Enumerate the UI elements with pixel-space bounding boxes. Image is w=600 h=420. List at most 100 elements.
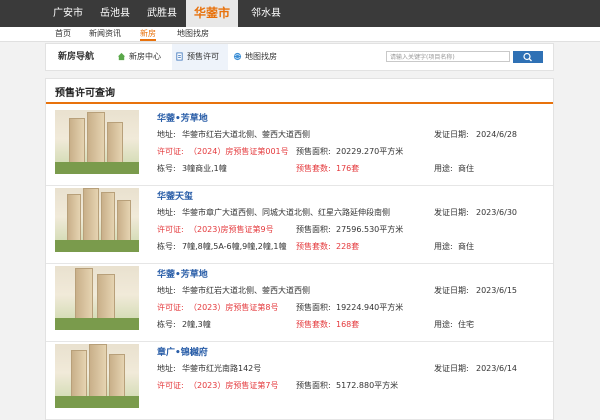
tab-new-house-center[interactable]: 新房中心 bbox=[114, 44, 172, 70]
usage-label: 用途: bbox=[434, 164, 453, 173]
issue-date-label: 发证日期: bbox=[434, 130, 469, 139]
permit-value: （2023）房预售证第7号 bbox=[189, 381, 279, 390]
units-value: 176套 bbox=[336, 164, 360, 173]
building-shape bbox=[109, 354, 125, 398]
permit-label: 许可证: bbox=[157, 225, 184, 234]
trees bbox=[55, 162, 139, 174]
buildings-value: 7幢,8幢,5A-6幢,9幢,2幢,1幢 bbox=[182, 242, 287, 251]
listing-item: 华蓥•芳草地 地址: 华蓥市红岩大道北侧、蓥西大道西侧 发证日期: 2023/6… bbox=[46, 260, 553, 342]
area-label: 预售面积: bbox=[296, 381, 331, 390]
address-value: 华蓥市红岩大道北侧、蓥西大道西侧 bbox=[182, 286, 310, 295]
document-icon bbox=[176, 52, 183, 61]
listing-thumbnail[interactable] bbox=[55, 266, 139, 330]
globe-icon bbox=[233, 52, 242, 61]
address-value: 华蓥市红光南路142号 bbox=[182, 364, 262, 373]
listing-name[interactable]: 华蓥•芳草地 bbox=[157, 111, 208, 124]
issue-date-value: 2023/6/14 bbox=[476, 364, 518, 373]
issue-date-label: 发证日期: bbox=[434, 208, 469, 217]
area-label: 预售面积: bbox=[296, 225, 331, 234]
tab-label: 新房中心 bbox=[129, 52, 161, 61]
area-value: 27596.530平方米 bbox=[336, 225, 404, 234]
address-label: 地址: bbox=[157, 130, 176, 139]
address-value: 华蓥市章广大道西侧、同城大道北侧、红星六路延伸段南侧 bbox=[182, 208, 390, 217]
tab-label: 预售许可 bbox=[187, 52, 219, 61]
issue-date-value: 2023/6/30 bbox=[476, 208, 518, 217]
address-label: 地址: bbox=[157, 286, 176, 295]
permit-value: （2023)房预售证第9号 bbox=[189, 225, 274, 234]
permit-list-panel: 预售许可查询 华蓥•芳草地 地址: 华蓥市红岩大道北侧、蓥西大道西侧 发证日期:… bbox=[45, 78, 554, 420]
search-icon bbox=[523, 52, 532, 62]
listing-thumbnail[interactable] bbox=[55, 188, 139, 252]
units-label: 预售套数: bbox=[296, 320, 331, 329]
issue-date-label: 发证日期: bbox=[434, 286, 469, 295]
building-shape bbox=[71, 350, 87, 398]
building-shape bbox=[89, 344, 107, 398]
usage-label: 用途: bbox=[434, 242, 453, 251]
trees bbox=[55, 318, 139, 330]
units-value: 168套 bbox=[336, 320, 360, 329]
search-input[interactable]: 请输入关键字(项目名称) bbox=[386, 51, 510, 62]
area-label: 预售面积: bbox=[296, 303, 331, 312]
city-tab[interactable]: 武胜县 bbox=[143, 0, 181, 27]
sub-nav-home[interactable]: 首页 bbox=[55, 27, 71, 41]
usage-value: 商住 bbox=[458, 164, 474, 173]
units-label: 预售套数: bbox=[296, 164, 331, 173]
section-title: 预售许可查询 bbox=[55, 88, 115, 99]
sub-nav: 首页 新闻资讯 新房 地图找房 bbox=[0, 27, 600, 42]
listing-item: 华蓥天玺 地址: 华蓥市章广大道西侧、同城大道北侧、红星六路延伸段南侧 发证日期… bbox=[46, 182, 553, 264]
listing-name[interactable]: 章广•锦樾府 bbox=[157, 345, 208, 358]
tab-label: 地图找房 bbox=[245, 52, 277, 61]
units-label: 预售套数: bbox=[296, 242, 331, 251]
area-value: 19224.940平方米 bbox=[336, 303, 404, 312]
permit-label: 许可证: bbox=[157, 147, 184, 156]
building-shape bbox=[83, 188, 99, 242]
permit-value: （2024）房预售证第001号 bbox=[189, 147, 289, 156]
listing-item: 章广•锦樾府 地址: 华蓥市红光南路142号 发证日期: 2023/6/14 许… bbox=[46, 338, 553, 420]
usage-label: 用途: bbox=[434, 320, 453, 329]
permit-label: 许可证: bbox=[157, 303, 184, 312]
listing-thumbnail[interactable] bbox=[55, 344, 139, 408]
buildings-value: 3幢商业,1幢 bbox=[182, 164, 227, 173]
units-value: 228套 bbox=[336, 242, 360, 251]
trees bbox=[55, 240, 139, 252]
listing-item: 华蓥•芳草地 地址: 华蓥市红岩大道北侧、蓥西大道西侧 发证日期: 2024/6… bbox=[46, 104, 553, 186]
address-value: 华蓥市红岩大道北侧、蓥西大道西侧 bbox=[182, 130, 310, 139]
city-tab-active[interactable]: 华蓥市 bbox=[186, 0, 238, 27]
sub-nav-news[interactable]: 新闻资讯 bbox=[89, 27, 121, 41]
building-shape bbox=[107, 122, 123, 164]
area-value: 5172.880平方米 bbox=[336, 381, 399, 390]
building-shape bbox=[75, 268, 93, 320]
city-tab[interactable]: 广安市 bbox=[49, 0, 87, 27]
area-value: 20229.270平方米 bbox=[336, 147, 404, 156]
building-shape bbox=[69, 118, 85, 164]
usage-value: 商住 bbox=[458, 242, 474, 251]
building-shape bbox=[117, 200, 131, 242]
city-nav-bar: 广安市 岳池县 武胜县 华蓥市 邻水县 bbox=[0, 0, 600, 27]
tab-presale-permit[interactable]: 预售许可 bbox=[172, 44, 228, 70]
permit-value: （2023）房预售证第8号 bbox=[189, 303, 279, 312]
permit-label: 许可证: bbox=[157, 381, 184, 390]
listing-name[interactable]: 华蓥•芳草地 bbox=[157, 267, 208, 280]
search-button[interactable] bbox=[513, 51, 543, 63]
city-tab[interactable]: 岳池县 bbox=[96, 0, 134, 27]
buildings-label: 栋号: bbox=[157, 164, 176, 173]
trees bbox=[55, 396, 139, 408]
sub-nav-map[interactable]: 地图找房 bbox=[177, 27, 209, 41]
tab-map-search[interactable]: 地图找房 bbox=[230, 44, 288, 70]
issue-date-value: 2023/6/15 bbox=[476, 286, 518, 295]
listing-name[interactable]: 华蓥天玺 bbox=[157, 189, 193, 202]
issue-date-label: 发证日期: bbox=[434, 364, 469, 373]
usage-value: 住宅 bbox=[458, 320, 474, 329]
building-shape bbox=[67, 194, 81, 242]
sub-nav-newhouse[interactable]: 新房 bbox=[140, 27, 156, 41]
buildings-label: 栋号: bbox=[157, 242, 176, 251]
buildings-label: 栋号: bbox=[157, 320, 176, 329]
address-label: 地址: bbox=[157, 364, 176, 373]
address-label: 地址: bbox=[157, 208, 176, 217]
city-tab[interactable]: 邻水县 bbox=[247, 0, 285, 27]
listing-thumbnail[interactable] bbox=[55, 110, 139, 174]
buildings-value: 2幢,3幢 bbox=[182, 320, 211, 329]
building-shape bbox=[87, 112, 105, 164]
building-shape bbox=[101, 192, 115, 242]
issue-date-value: 2024/6/28 bbox=[476, 130, 518, 139]
